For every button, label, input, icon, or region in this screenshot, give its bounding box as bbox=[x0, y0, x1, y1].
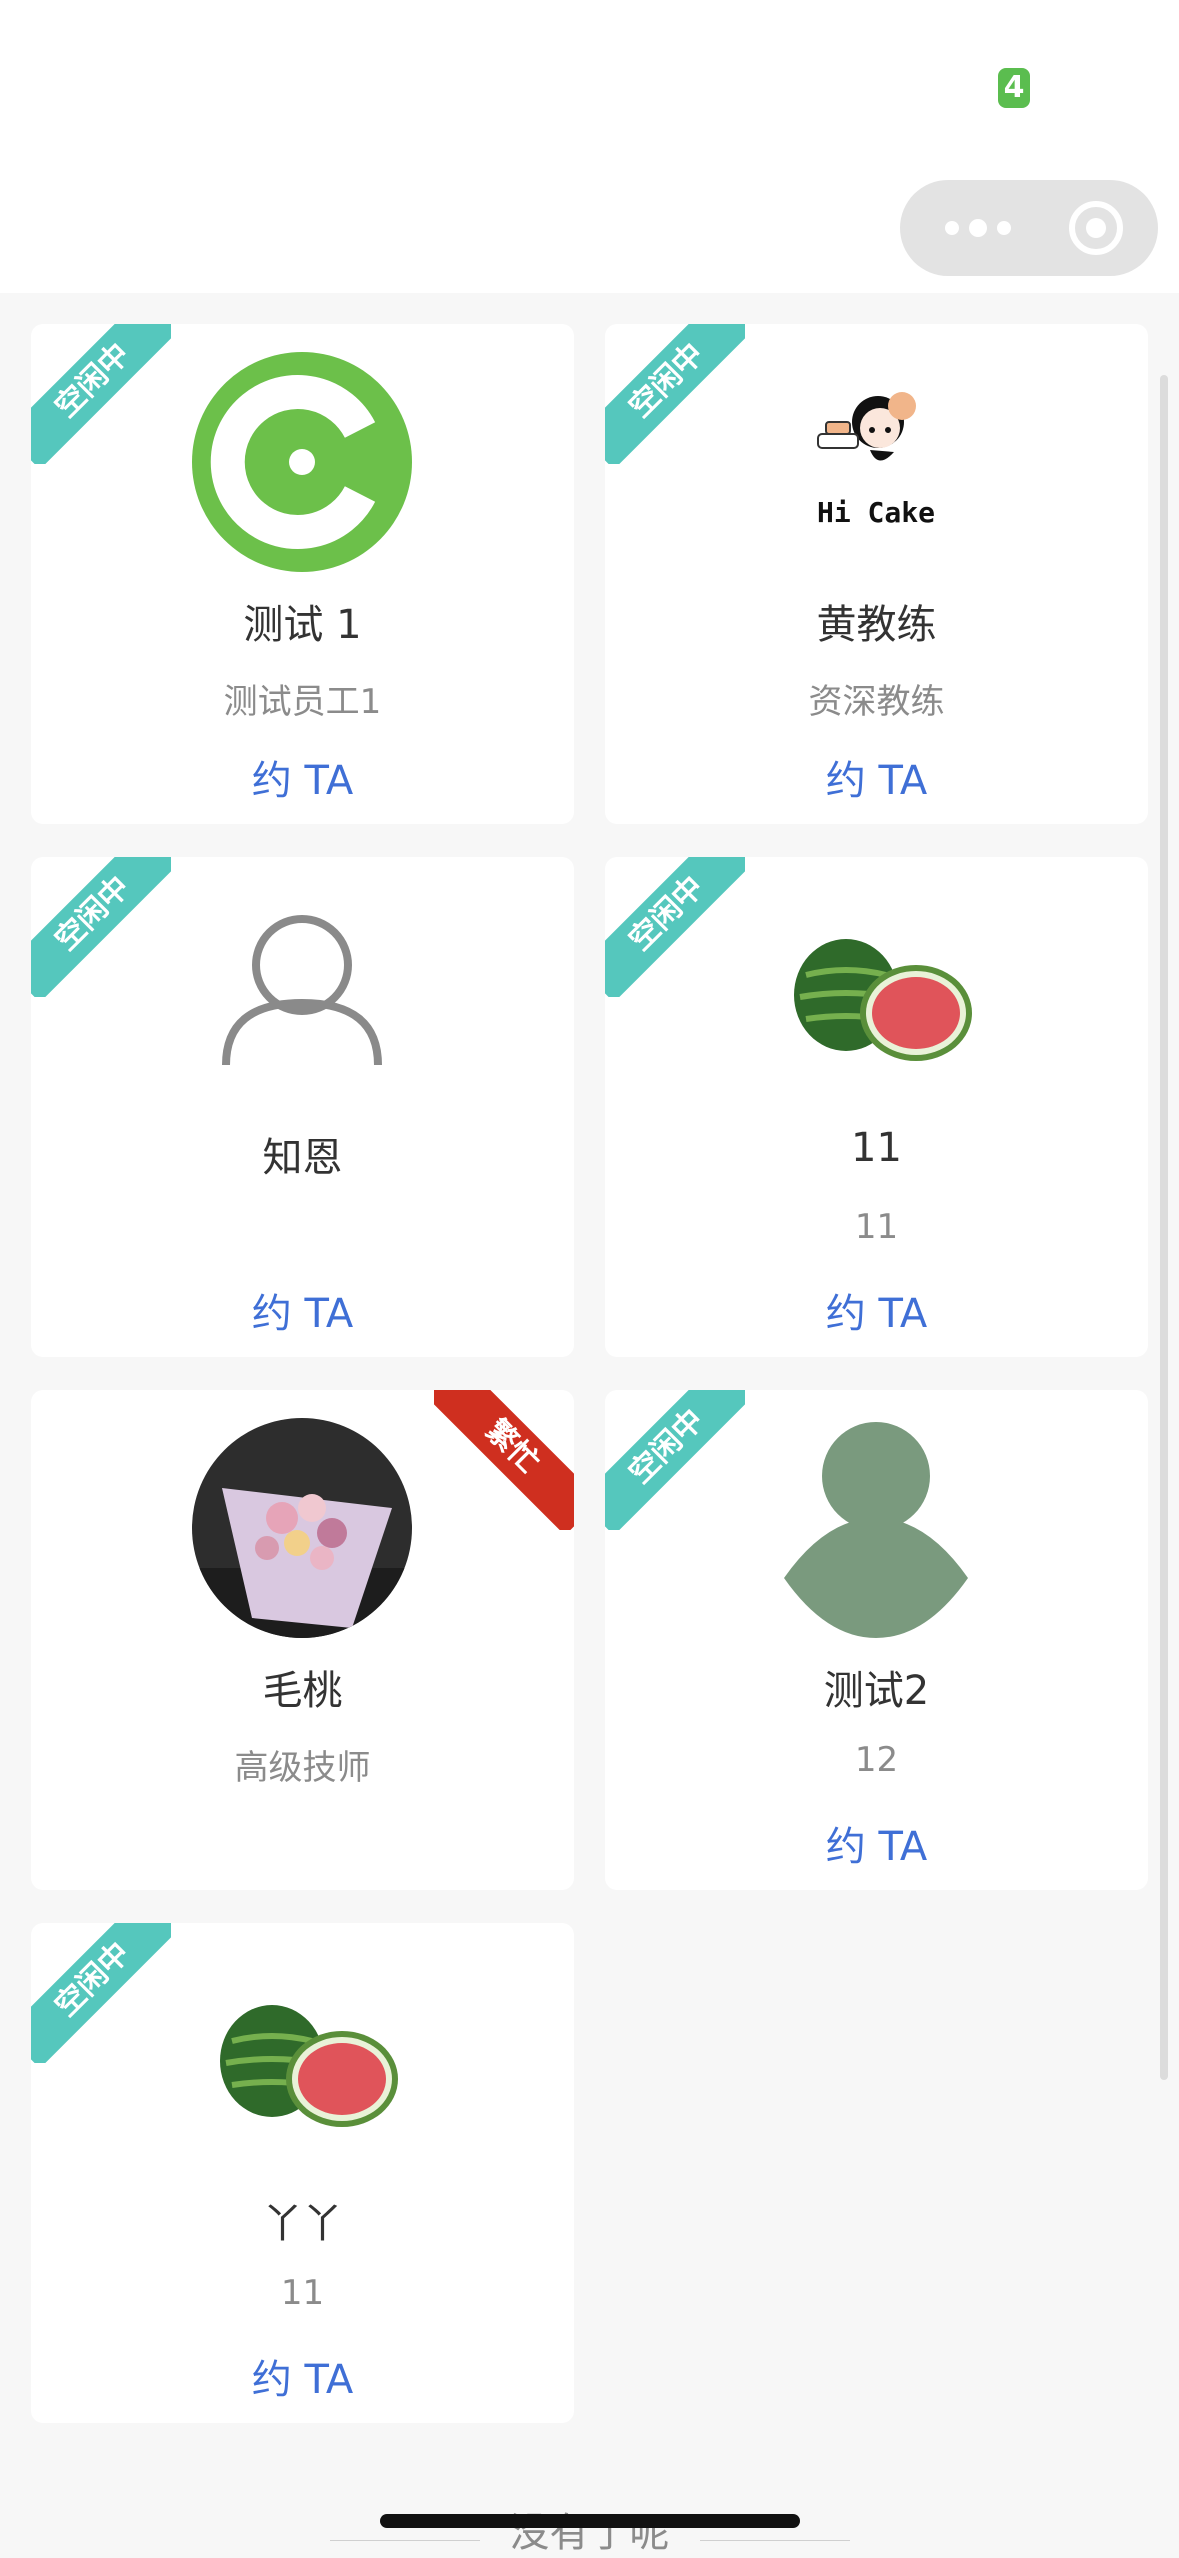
staff-role: 高级技师 bbox=[234, 1748, 371, 1788]
status-ribbon: 空闲中 bbox=[31, 1923, 171, 2063]
status-ribbon: 空闲中 bbox=[31, 324, 171, 464]
staff-name: 测试2 bbox=[823, 1668, 930, 1714]
staff-name: 黄教练 bbox=[816, 602, 937, 648]
end-of-list-text: 没有了呢 bbox=[509, 2510, 670, 2556]
staff-name: 知恩 bbox=[262, 1135, 343, 1181]
status-label: 空闲中 bbox=[605, 857, 745, 997]
status-ribbon: 空闲中 bbox=[605, 1390, 745, 1530]
staff-name: 测试 1 bbox=[243, 602, 362, 648]
staff-card[interactable]: 空闲中 11 11 约 TA bbox=[605, 857, 1148, 1357]
status-label: 繁忙 bbox=[434, 1390, 574, 1530]
scrollbar[interactable] bbox=[1160, 375, 1168, 2080]
book-button[interactable]: 约 TA bbox=[31, 748, 574, 806]
close-miniprogram-icon[interactable] bbox=[1066, 198, 1126, 258]
staff-name: 毛桃 bbox=[262, 1668, 343, 1714]
top-bar: 4 bbox=[0, 0, 1179, 293]
status-label: 空闲中 bbox=[605, 324, 745, 464]
default-user-icon bbox=[222, 915, 382, 1066]
status-label: 空闲中 bbox=[31, 1923, 171, 2063]
default-user-icon bbox=[784, 1422, 968, 1638]
staff-card[interactable]: 空闲中 Hi Cake 黄教练 资深教练 约 TA bbox=[605, 324, 1148, 824]
home-indicator[interactable] bbox=[380, 2514, 800, 2528]
watermelon-avatar bbox=[220, 2005, 398, 2127]
staff-card[interactable]: 空闲中 丫丫 11 约 TA bbox=[31, 1923, 574, 2423]
book-button[interactable]: 约 TA bbox=[605, 1814, 1148, 1872]
staff-role: 11 bbox=[280, 2273, 325, 2313]
staff-role: 测试员工1 bbox=[223, 682, 382, 722]
bouquet-avatar bbox=[192, 1418, 412, 1638]
status-ribbon: 空闲中 bbox=[605, 324, 745, 464]
book-button[interactable]: 约 TA bbox=[605, 1281, 1148, 1339]
avatar bbox=[192, 352, 412, 572]
miniprogram-capsule[interactable] bbox=[900, 180, 1158, 276]
notification-badge: 4 bbox=[998, 68, 1030, 108]
staff-card[interactable]: 空闲中 知恩 约 TA bbox=[31, 857, 574, 1357]
staff-role: 11 bbox=[854, 1207, 899, 1247]
status-label: 空闲中 bbox=[31, 324, 171, 464]
avatar-caption: Hi Cake bbox=[817, 496, 935, 529]
status-ribbon: 繁忙 bbox=[434, 1390, 574, 1530]
status-ribbon: 空闲中 bbox=[605, 857, 745, 997]
status-ribbon: 空闲中 bbox=[31, 857, 171, 997]
staff-name: 11 bbox=[851, 1125, 902, 1171]
book-button[interactable]: 约 TA bbox=[605, 748, 1148, 806]
staff-card[interactable]: 繁忙 毛桃 高级技师 bbox=[31, 1390, 574, 1890]
watermelon-avatar bbox=[794, 939, 972, 1061]
avatar: Hi Cake bbox=[766, 352, 986, 572]
book-button[interactable]: 约 TA bbox=[31, 1281, 574, 1339]
more-dots-icon[interactable] bbox=[938, 210, 1018, 246]
status-label: 空闲中 bbox=[605, 1390, 745, 1530]
book-button[interactable]: 约 TA bbox=[31, 2347, 574, 2405]
divider bbox=[700, 2540, 850, 2541]
staff-card[interactable]: 空闲中 测试 1 测试员工1 约 TA bbox=[31, 324, 574, 824]
staff-role: 12 bbox=[854, 1740, 899, 1780]
staff-name: 丫丫 bbox=[262, 2201, 343, 2247]
staff-card[interactable]: 空闲中 测试2 12 约 TA bbox=[605, 1390, 1148, 1890]
staff-role: 资深教练 bbox=[808, 682, 945, 722]
status-label: 空闲中 bbox=[31, 857, 171, 997]
